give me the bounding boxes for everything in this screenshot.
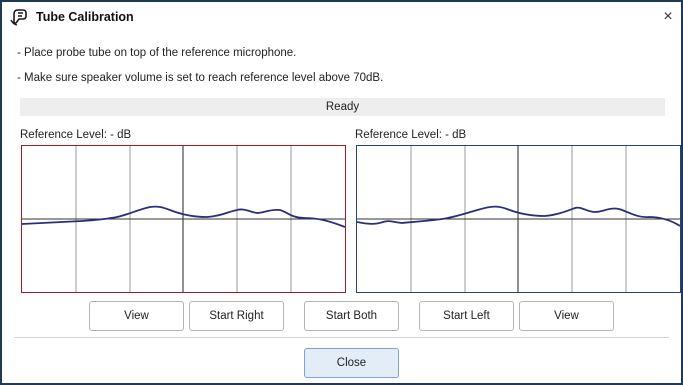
calibration-window: Tube Calibration × - Place probe tube on…: [2, 2, 681, 383]
start-right-button[interactable]: Start Right: [189, 301, 284, 331]
right-reference-level-label: Reference Level: - dB: [20, 129, 132, 141]
left-reference-level-label: Reference Level: - dB: [355, 129, 467, 141]
status-bar: Ready: [20, 98, 665, 116]
close-button[interactable]: Close: [304, 348, 399, 378]
separator: [14, 337, 669, 338]
left-ear-response-graph: [356, 145, 681, 293]
instruction-line-1: - Place probe tube on top of the referen…: [17, 47, 297, 59]
view-right-button[interactable]: View: [89, 301, 184, 331]
dialog-content: - Place probe tube on top of the referen…: [14, 32, 681, 383]
window-title: Tube Calibration: [36, 10, 134, 24]
start-left-button[interactable]: Start Left: [419, 301, 514, 331]
title-bar: Tube Calibration ×: [2, 2, 681, 32]
start-both-button[interactable]: Start Both: [304, 301, 399, 331]
instruction-line-2: - Make sure speaker volume is set to rea…: [17, 72, 384, 84]
probe-tube-icon: [10, 8, 28, 26]
close-icon[interactable]: ×: [657, 6, 679, 28]
view-left-button[interactable]: View: [519, 301, 614, 331]
right-ear-response-graph: [21, 145, 346, 293]
